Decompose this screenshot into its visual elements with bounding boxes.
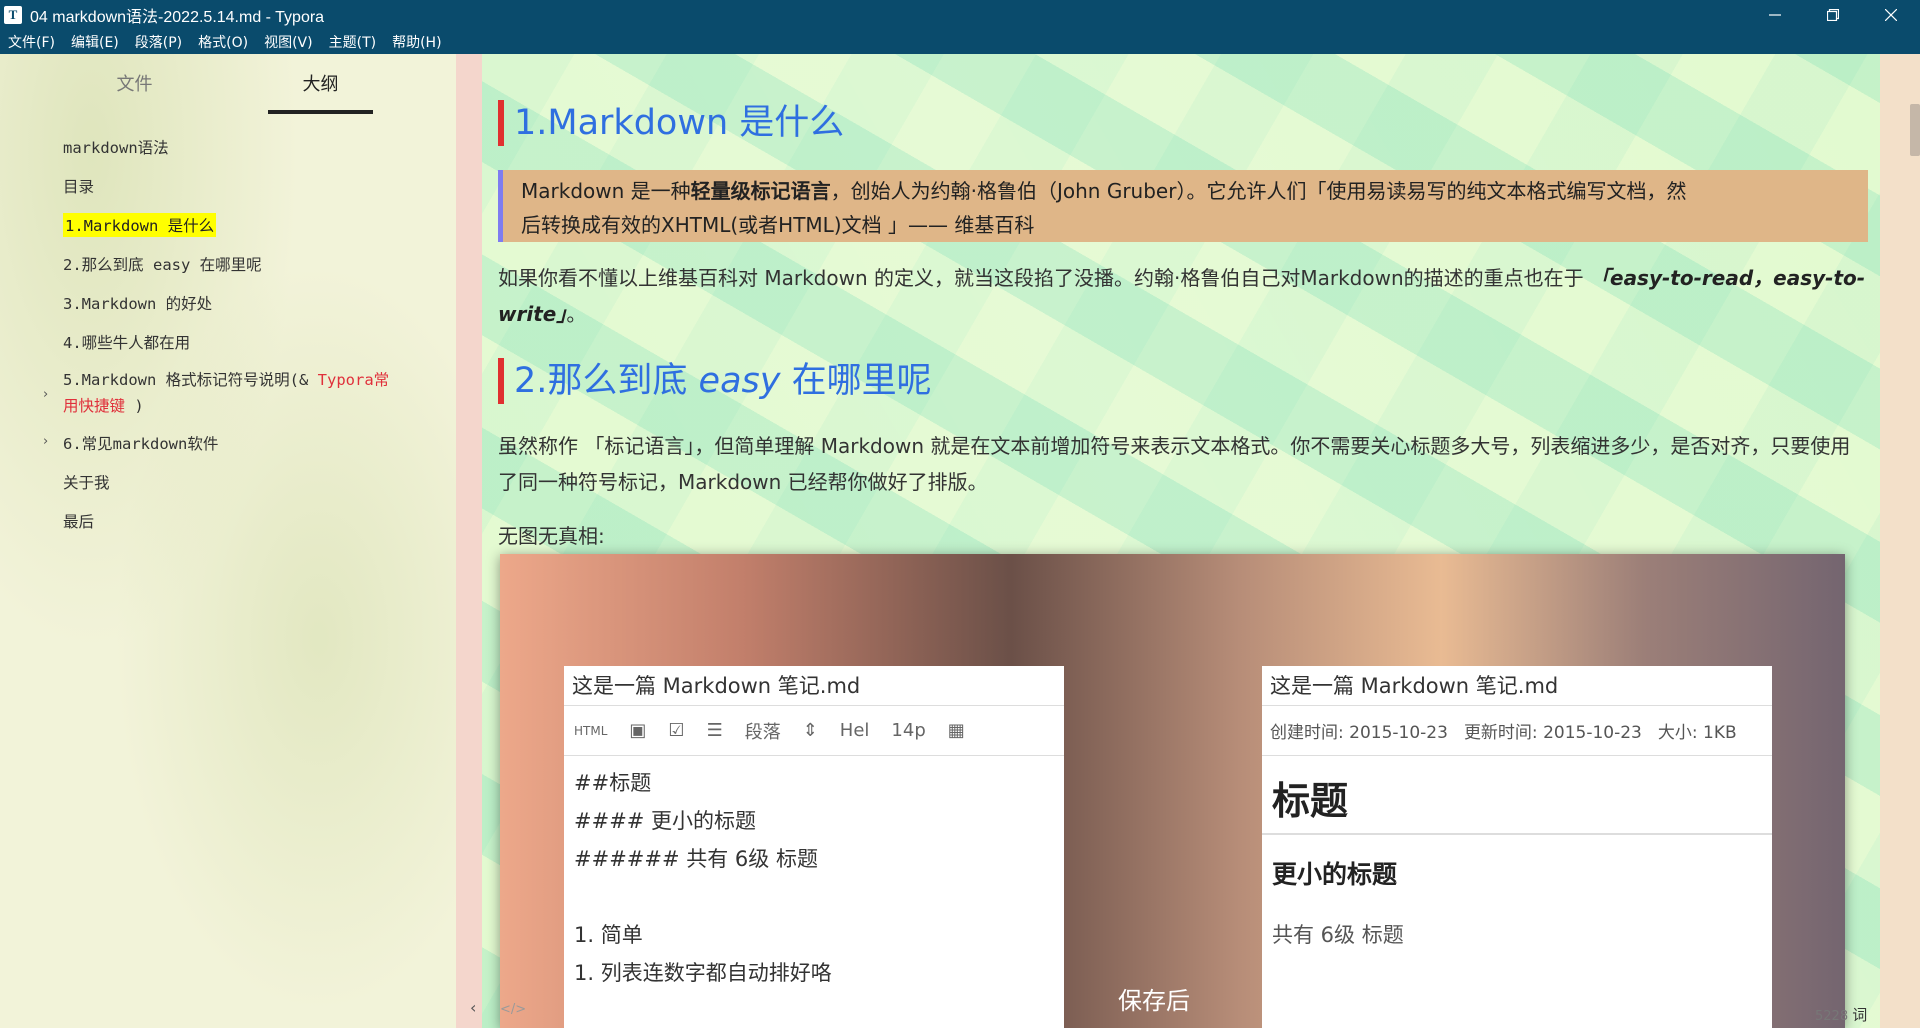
close-icon xyxy=(1885,8,1897,21)
outline-item[interactable]: 6.常见markdown软件 xyxy=(63,432,218,454)
collapse-sidebar-button[interactable]: ‹ xyxy=(470,998,476,1017)
paragraph[interactable]: 无图无真相: xyxy=(498,518,1868,554)
source-code-toggle[interactable]: </> xyxy=(500,1002,526,1017)
blockquote-line-2: 后转换成有效的XHTML(或者HTML)文档 」—— 维基百科 xyxy=(521,213,1035,237)
outline-item-label: ) xyxy=(134,397,144,415)
image-icon: ▣ xyxy=(629,720,647,741)
sidebar: 文件 大纲 markdown语法 目录 1.Markdown 是什么 2.那么到… xyxy=(0,54,456,1028)
typora-app-icon: T xyxy=(4,5,22,24)
outline-item-label: 5.Markdown 格式标记符号说明(& xyxy=(63,371,318,389)
tab-outline[interactable]: 大纲 xyxy=(268,70,373,96)
close-button[interactable] xyxy=(1862,0,1920,29)
illustration-title: 这是一篇 Markdown 笔记.md xyxy=(1262,666,1772,706)
restore-button[interactable] xyxy=(1804,0,1862,29)
outline-item[interactable]: 关于我 xyxy=(63,471,110,493)
paragraph[interactable]: 虽然称作 「标记语言」，但简单理解 Markdown 就是在文本前增加符号来表示… xyxy=(498,428,1868,500)
menu-file[interactable]: 文件(F) xyxy=(8,32,55,52)
menu-help[interactable]: 帮助(H) xyxy=(392,32,441,52)
preview-heading-3: 共有 6级 标题 xyxy=(1272,923,1404,947)
outline-item[interactable]: 2.那么到底 easy 在哪里呢 xyxy=(63,253,262,275)
editor-window-illustration: 这是一篇 Markdown 笔记.md HTML ▣ ☑ ☰ 段落 ⇕ Hel … xyxy=(564,666,1064,1028)
menu-format[interactable]: 格式(O) xyxy=(198,32,248,52)
preview-heading-1: 标题 xyxy=(1262,756,1772,835)
scrollbar-thumb[interactable] xyxy=(1910,104,1920,156)
table-icon: ▦ xyxy=(947,720,965,741)
illustration-toolbar: HTML ▣ ☑ ☰ 段落 ⇕ Hel 14p ▦ xyxy=(564,706,1064,756)
tab-files[interactable]: 文件 xyxy=(82,70,187,96)
bold-text: 轻量级标记语言 xyxy=(690,179,831,203)
outline-item[interactable]: markdown语法 xyxy=(63,136,169,158)
menu-paragraph[interactable]: 段落(P) xyxy=(135,32,182,52)
menu-theme[interactable]: 主题(T) xyxy=(329,32,376,52)
menu-view[interactable]: 视图(V) xyxy=(264,32,313,52)
window-title: 04 markdown语法-2022.5.14.md - Typora xyxy=(30,8,325,26)
outline-item[interactable]: 5.Markdown 格式标记符号说明(& Typora常 xyxy=(63,368,389,390)
editor-right-margin xyxy=(1880,54,1920,1028)
minimize-button[interactable] xyxy=(1746,0,1804,29)
word-count[interactable]: 5228 词 xyxy=(1815,1004,1867,1025)
preview-heading-2: 更小的标题 xyxy=(1272,860,1398,889)
outline-item[interactable]: 4.哪些牛人都在用 xyxy=(63,331,190,353)
active-tab-indicator xyxy=(268,110,373,114)
sidebar-divider[interactable] xyxy=(456,54,482,1028)
paragraph[interactable]: 如果你看不懂以上维基百科对 Markdown 的定义，就当这段掐了没播。约翰·格… xyxy=(498,260,1868,332)
outline-item[interactable]: 3.Markdown 的好处 xyxy=(63,292,212,314)
outline-item[interactable]: 最后 xyxy=(63,510,94,532)
outline-item-highlight: 用快捷键 xyxy=(63,397,126,415)
expand-arrow-icon[interactable]: › xyxy=(43,387,48,402)
embedded-screenshot-image[interactable]: 这是一篇 Markdown 笔记.md HTML ▣ ☑ ☰ 段落 ⇕ Hel … xyxy=(500,554,1845,1028)
illustration-meta: 创建时间: 2015-10-23 更新时间: 2015-10-23 大小: 1K… xyxy=(1262,706,1772,756)
expand-arrow-icon[interactable]: › xyxy=(43,434,48,449)
window-controls xyxy=(1746,0,1920,29)
outline-item[interactable]: 目录 xyxy=(63,175,94,197)
heading-2[interactable]: 2.那么到底 easy 在哪里呢 xyxy=(498,358,932,404)
illustration-title: 这是一篇 Markdown 笔记.md xyxy=(564,666,1064,706)
blockquote[interactable]: Markdown 是一种轻量级标记语言，创始人为约翰·格鲁伯（John Grub… xyxy=(498,170,1868,242)
heading-1[interactable]: 1.Markdown 是什么 xyxy=(498,100,844,146)
chevron-updown-icon: ⇕ xyxy=(802,720,818,741)
outline-item-highlight: Typora常 xyxy=(317,371,390,389)
list-icon: ☰ xyxy=(706,720,723,741)
outline-item-continued[interactable]: 用快捷键 ) xyxy=(63,394,144,416)
save-label: 保存后 xyxy=(1118,987,1190,1015)
minimize-icon xyxy=(1769,13,1781,16)
title-bar: T 04 markdown语法-2022.5.14.md - Typora xyxy=(0,0,1920,29)
outline-item-active[interactable]: 1.Markdown 是什么 xyxy=(63,213,217,237)
blockquote-line-1: Markdown 是一种轻量级标记语言，创始人为约翰·格鲁伯（John Grub… xyxy=(521,179,1687,203)
illustration-source: ##标题 #### 更小的标题 ###### 共有 6级 标题 1. 简单 1.… xyxy=(574,771,832,985)
checkbox-icon: ☑ xyxy=(668,720,685,741)
restore-icon xyxy=(1827,8,1839,21)
preview-window-illustration: 这是一篇 Markdown 笔记.md 创建时间: 2015-10-23 更新时… xyxy=(1262,666,1772,1028)
menu-bar: 文件(F) 编辑(E) 段落(P) 格式(O) 视图(V) 主题(T) 帮助(H… xyxy=(0,29,1920,54)
sidebar-tabs: 文件 大纲 xyxy=(0,70,456,110)
menu-edit[interactable]: 编辑(E) xyxy=(71,32,119,52)
